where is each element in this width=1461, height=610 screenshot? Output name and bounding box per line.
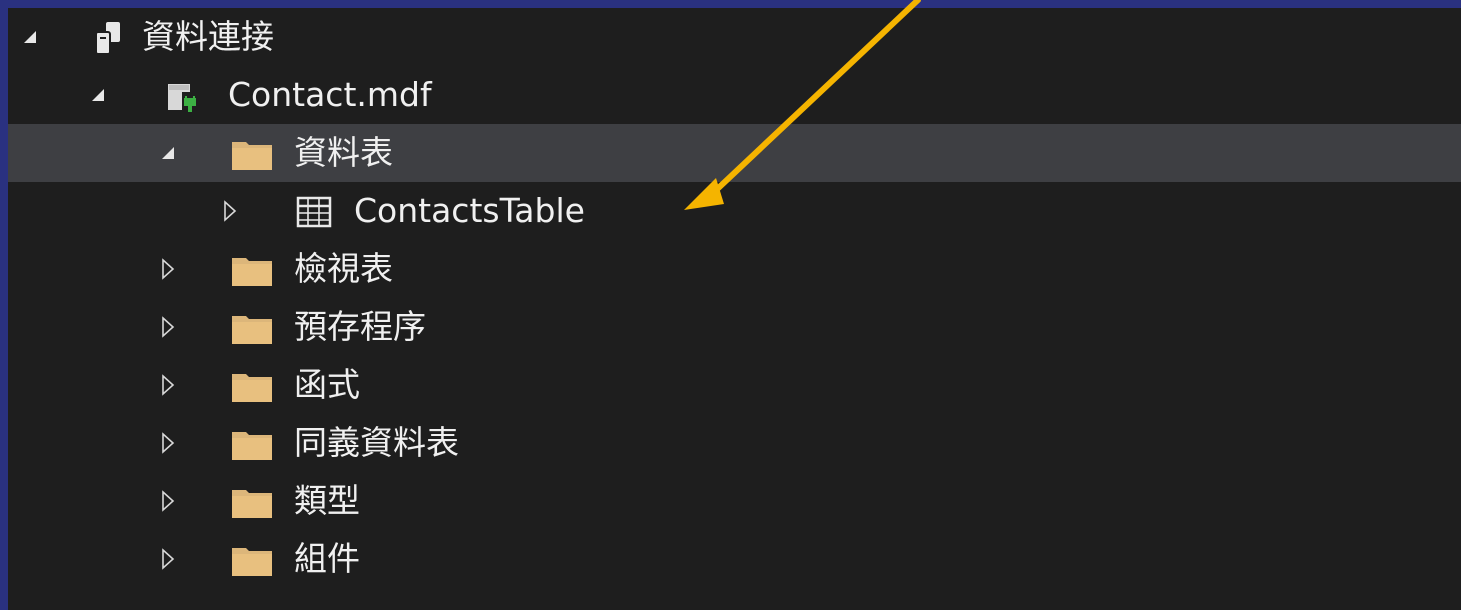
annotation-arrow-icon	[684, 0, 921, 210]
